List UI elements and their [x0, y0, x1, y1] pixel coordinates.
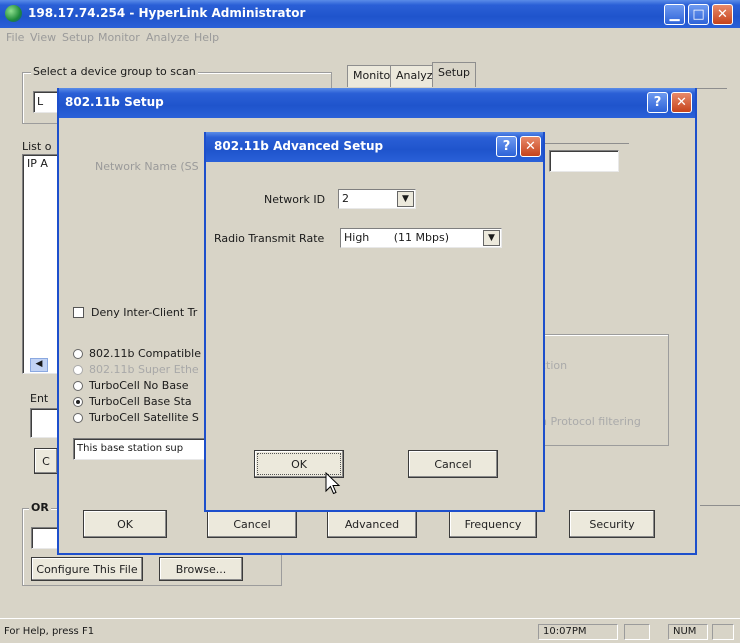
radio-label-turbocell-satellite: TurboCell Satellite S: [89, 411, 199, 424]
status-scroll: [712, 624, 734, 640]
app-globe-icon: [5, 5, 22, 22]
mouse-cursor-icon: [325, 472, 341, 495]
list-header-ip: IP A: [27, 157, 48, 170]
menu-view[interactable]: View: [30, 31, 56, 44]
tab-setup[interactable]: Setup: [432, 62, 477, 87]
c-button[interactable]: C: [34, 448, 58, 474]
menu-setup[interactable]: Setup: [62, 31, 94, 44]
advanced-help-button[interactable]: ?: [496, 136, 517, 157]
radio-turbocell-base-station[interactable]: [73, 397, 83, 407]
entry-label: Ent: [30, 392, 49, 405]
entry-field[interactable]: [30, 408, 58, 438]
security-button[interactable]: Security: [569, 510, 655, 538]
close-button[interactable]: ✕: [712, 4, 733, 25]
radio-802-11b-super-ethernet: [73, 365, 83, 375]
close-icon: ✕: [717, 7, 728, 22]
menu-help[interactable]: Help: [194, 31, 219, 44]
help-icon: ?: [653, 95, 662, 110]
network-name-field[interactable]: [549, 150, 619, 172]
advanced-button[interactable]: Advanced: [327, 510, 417, 538]
radio-802-11b-compatible[interactable]: [73, 349, 83, 359]
device-group-label: Select a device group to scan: [31, 65, 198, 78]
base-station-note: This base station sup: [73, 438, 213, 460]
status-caps: [624, 624, 650, 640]
dropdown-icon[interactable]: ▼: [483, 230, 500, 246]
transmit-rate-select[interactable]: High (11 Mbps) ▼: [340, 228, 502, 248]
setup-ok-button[interactable]: OK: [83, 510, 167, 538]
close-icon: ✕: [676, 95, 687, 110]
status-num: NUM: [668, 624, 708, 640]
right-options-group: ction h Protocol filtering: [529, 334, 669, 446]
setup-title-bar: 802.11b Setup ? ✕: [59, 88, 695, 118]
advanced-close-button[interactable]: ✕: [520, 136, 541, 157]
main-title-bar: 198.17.74.254 - HyperLink Administrator …: [0, 0, 740, 28]
window-title: 198.17.74.254 - HyperLink Administrator: [28, 6, 306, 20]
minimize-button[interactable]: ▁: [664, 4, 685, 25]
maximize-button[interactable]: □: [688, 4, 709, 25]
scroll-left-arrow[interactable]: ◀: [30, 358, 48, 372]
deny-checkbox[interactable]: [73, 307, 84, 318]
advanced-cancel-button[interactable]: Cancel: [408, 450, 498, 478]
setup-close-button[interactable]: ✕: [671, 92, 692, 113]
status-time: 10:07PM: [538, 624, 618, 640]
menu-monitor[interactable]: Monitor: [98, 31, 140, 44]
deny-checkbox-label: Deny Inter-Client Tr: [91, 306, 198, 319]
transmit-rate-value: High (11 Mbps): [344, 231, 450, 244]
network-name-label: Network Name (SS: [95, 160, 199, 173]
maximize-icon: □: [692, 7, 705, 22]
network-id-label: Network ID: [264, 193, 326, 206]
setup-help-button[interactable]: ?: [647, 92, 668, 113]
radio-label-turbocell-base-station: TurboCell Base Sta: [89, 395, 192, 408]
network-group-line: [539, 143, 629, 144]
radio-transmit-rate-label: Radio Transmit Rate: [214, 232, 325, 245]
advanced-title-bar: 802.11b Advanced Setup ? ✕: [206, 132, 543, 162]
setup-title: 802.11b Setup: [65, 95, 164, 109]
status-help-text: For Help, press F1: [4, 626, 95, 637]
radio-turbocell-no-base[interactable]: [73, 381, 83, 391]
dropdown-icon[interactable]: ▼: [397, 191, 414, 207]
or-label: OR: [29, 501, 51, 514]
advanced-title: 802.11b Advanced Setup: [214, 139, 384, 153]
list-label: List o: [22, 140, 52, 153]
help-icon: ?: [502, 139, 511, 154]
browse-button[interactable]: Browse...: [159, 557, 243, 581]
radio-label-802-11b-compatible: 802.11b Compatible: [89, 347, 201, 360]
advanced-setup-dialog: 802.11b Advanced Setup ? ✕ Network ID 2 …: [204, 132, 545, 512]
radio-label-802-11b-super-ethernet: 802.11b Super Ethe: [89, 363, 199, 376]
device-list[interactable]: IP A: [22, 154, 62, 374]
radio-label-turbocell-no-base: TurboCell No Base: [89, 379, 189, 392]
network-id-value: 2: [342, 192, 349, 205]
close-icon: ✕: [525, 139, 536, 154]
frequency-button[interactable]: Frequency: [449, 510, 537, 538]
right-option-line2: h Protocol filtering: [540, 415, 641, 428]
network-id-select[interactable]: 2 ▼: [338, 189, 416, 209]
minimize-icon: ▁: [669, 7, 680, 22]
radio-turbocell-satellite[interactable]: [73, 413, 83, 423]
setup-cancel-button[interactable]: Cancel: [207, 510, 297, 538]
menu-file[interactable]: File: [6, 31, 24, 44]
configure-file-button[interactable]: Configure This File: [31, 557, 143, 581]
menu-bar: File View Setup Monitor Analyze Help: [0, 28, 740, 48]
right-divider: [700, 505, 740, 506]
menu-analyze[interactable]: Analyze: [146, 31, 189, 44]
status-bar: For Help, press F1 10:07PM NUM: [0, 618, 740, 643]
